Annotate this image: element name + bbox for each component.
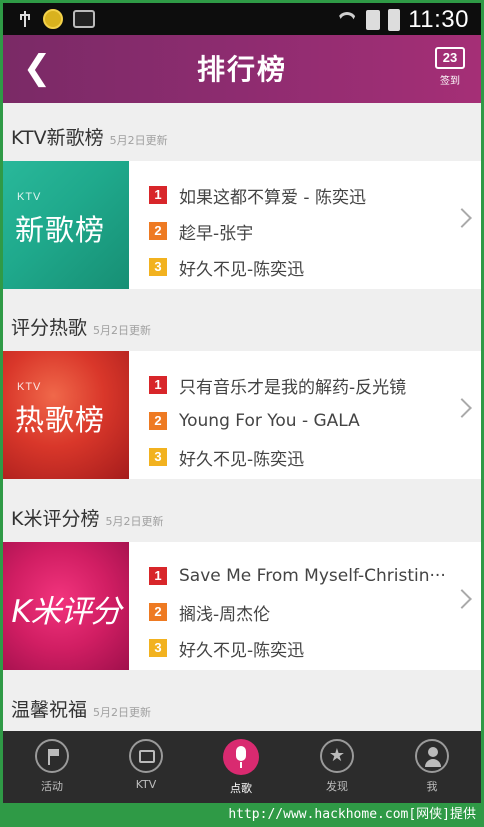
song-title: 好久不见-陈奕迅 — [179, 640, 305, 661]
song-title: 如果这都不算爱 - 陈奕迅 — [179, 187, 366, 208]
rank-badge: 3 — [149, 448, 167, 466]
usb-icon — [17, 9, 33, 29]
song-title: 趁早-张宇 — [179, 223, 254, 244]
chart-section: 评分热歌 5月2日更新 KTV 热歌榜 1 只有音乐才是我的解药-反光镜 2 Youn… — [3, 293, 481, 479]
section-header: 评分热歌 5月2日更新 — [3, 293, 481, 349]
song-item: 3 好久不见-陈奕迅 — [149, 439, 406, 475]
song-item: 2 Young For You - GALA — [149, 403, 406, 439]
tab-label: 我 — [426, 780, 438, 793]
watermark: http://www.hackhome.com[网侠]提供 — [0, 803, 484, 827]
section-title: 评分热歌 — [11, 317, 88, 339]
tab-activity[interactable]: 活动 — [7, 731, 97, 794]
chevron-right-icon — [452, 398, 472, 418]
chart-section: K米评分榜 5月2日更新 K米评分 1 Save Me From Myself-Ch… — [3, 484, 481, 670]
wifi-icon — [336, 10, 358, 30]
section-title: 温馨祝福 — [11, 699, 88, 721]
cover-logo-text: K米评分 — [11, 594, 121, 630]
tab-discover[interactable]: 发现 — [292, 731, 382, 794]
sim-icon — [366, 10, 381, 30]
tab-label: 活动 — [41, 780, 63, 793]
chart-section: 温馨祝福 5月2日更新 — [3, 675, 481, 731]
status-time: 11:30 — [408, 6, 469, 33]
person-icon — [415, 739, 449, 773]
song-title: 好久不见-陈奕迅 — [179, 259, 305, 280]
rank-badge: 3 — [149, 258, 167, 276]
chart-card[interactable]: KTV 热歌榜 1 只有音乐才是我的解药-反光镜 2 Young For You -… — [3, 351, 481, 479]
section-date: 5月2日更新 — [93, 706, 152, 719]
song-title: Young For You - GALA — [179, 411, 360, 431]
header-bar: ❮ 排行榜 23 签到 — [3, 35, 481, 103]
song-list: 1 如果这都不算爱 - 陈奕迅 2 趁早-张宇 3 好久不见-陈奕迅 — [149, 177, 366, 285]
calendar-icon: 23 — [435, 47, 465, 69]
flag-icon — [35, 739, 69, 773]
cover-big-text: 新歌榜 — [15, 213, 106, 247]
rank-badge: 1 — [149, 376, 167, 394]
song-list: 1 Save Me From Myself-Christin··· 2 搁浅-周杰伦… — [149, 558, 446, 666]
section-title: KTV新歌榜 — [11, 127, 104, 149]
chart-section: KTV新歌榜 5月2日更新 KTV 新歌榜 1 如果这都不算爱 - 陈奕迅 2 趁早-… — [3, 103, 481, 289]
star-icon — [320, 739, 354, 773]
song-title: Save Me From Myself-Christin··· — [179, 566, 446, 586]
song-title: 只有音乐才是我的解药-反光镜 — [179, 377, 407, 398]
rank-badge: 2 — [149, 603, 167, 621]
rank-badge: 1 — [149, 186, 167, 204]
status-bar: 11:30 — [3, 3, 481, 35]
song-item: 1 Save Me From Myself-Christin··· — [149, 558, 446, 594]
section-title: K米评分榜 — [11, 508, 100, 530]
page-title: 排行榜 — [196, 53, 287, 86]
song-item: 2 搁浅-周杰伦 — [149, 594, 446, 630]
song-title: 搁浅-周杰伦 — [179, 604, 271, 625]
chart-card[interactable]: KTV 新歌榜 1 如果这都不算爱 - 陈奕迅 2 趁早-张宇 3 好久不见-陈奕迅 — [3, 161, 481, 289]
chart-cover-image: K米评分 — [3, 542, 129, 670]
bottom-nav: 活动 KTV 点歌 发现 我 — [3, 731, 481, 803]
cover-small-text: KTV — [17, 191, 42, 203]
song-list: 1 只有音乐才是我的解药-反光镜 2 Young For You - GALA 3好… — [149, 367, 406, 475]
rank-badge: 2 — [149, 412, 167, 430]
signin-label: 签到 — [440, 76, 460, 87]
tab-me[interactable]: 我 — [387, 731, 477, 794]
chevron-right-icon — [452, 589, 472, 609]
message-app-icon — [73, 10, 95, 28]
section-date: 5月2日更新 — [93, 324, 152, 337]
tab-label: 点歌 — [230, 782, 252, 795]
section-date: 5月2日更新 — [109, 134, 168, 147]
tab-label: 发现 — [326, 780, 348, 793]
chart-cover-image: KTV 热歌榜 — [3, 351, 129, 479]
app-frame: 11:30 ❮ 排行榜 23 签到 KTV新歌榜 5月2日更新 KTV 新歌榜 1… — [3, 3, 481, 803]
song-title: 好久不见-陈奕迅 — [179, 449, 305, 470]
cover-small-text: KTV — [17, 381, 42, 393]
tab-ktv[interactable]: KTV — [101, 731, 191, 791]
signin-button[interactable]: 23 签到 — [433, 47, 467, 87]
tab-song-request[interactable]: 点歌 — [196, 731, 286, 796]
song-item: 3 好久不见-陈奕迅 — [149, 249, 366, 285]
tv-icon — [129, 739, 163, 773]
cover-big-text: 热歌榜 — [15, 403, 106, 437]
rank-badge: 3 — [149, 639, 167, 657]
rank-badge: 2 — [149, 222, 167, 240]
song-item: 3 好久不见-陈奕迅 — [149, 630, 446, 666]
coin-app-icon — [43, 9, 63, 29]
section-date: 5月2日更新 — [105, 515, 164, 528]
chart-cover-image: KTV 新歌榜 — [3, 161, 129, 289]
chart-card[interactable]: K米评分 1 Save Me From Myself-Christin··· 2搁… — [3, 542, 481, 670]
rank-badge: 1 — [149, 567, 167, 585]
song-item: 1 只有音乐才是我的解药-反光镜 — [149, 367, 406, 403]
signin-day: 23 — [442, 50, 458, 65]
section-header: KTV新歌榜 5月2日更新 — [3, 103, 481, 159]
song-item: 2 趁早-张宇 — [149, 213, 366, 249]
section-header: K米评分榜 5月2日更新 — [3, 484, 481, 540]
microphone-icon — [223, 739, 259, 775]
tab-label: KTV — [135, 778, 157, 791]
song-item: 1 如果这都不算爱 - 陈奕迅 — [149, 177, 366, 213]
battery-icon — [388, 9, 401, 31]
section-header: 温馨祝福 5月2日更新 — [3, 675, 481, 731]
chevron-right-icon — [452, 208, 472, 228]
